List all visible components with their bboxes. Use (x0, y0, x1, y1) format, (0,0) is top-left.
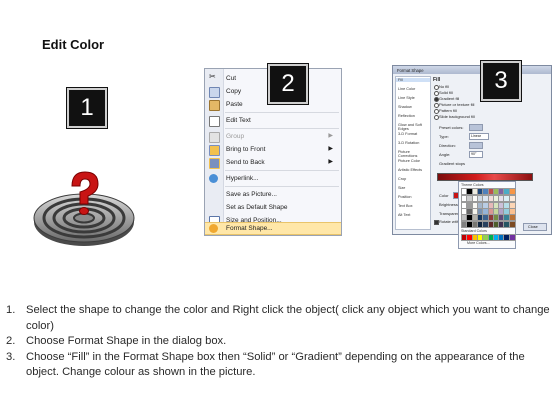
edit-text-icon (209, 116, 220, 127)
menu-item-label: Bring to Front (226, 146, 266, 153)
angle-label: Angle: (439, 152, 451, 157)
standard-colors-label: Standard Colors (461, 229, 487, 233)
nav-item-line-color[interactable]: Line Color (398, 87, 415, 91)
step-text: Choose Format Shape in the dialog box. (26, 335, 227, 347)
nav-item-line-style[interactable]: Line Style (398, 96, 415, 100)
menu-item-label: Send to Back (226, 159, 265, 166)
radio-label: No fill (439, 84, 450, 89)
instruction-step: 2. Choose Format Shape in the dialog box… (6, 334, 554, 350)
radio-label: Picture or texture fill (439, 102, 475, 107)
hyperlink-icon (209, 174, 218, 183)
instructions-list: 1. Select the shape to change the color … (6, 303, 554, 381)
menu-item-label: Group (226, 133, 245, 140)
nav-item-size[interactable]: Size (398, 186, 405, 190)
step-number: 3. (6, 350, 16, 363)
menu-separator (225, 170, 339, 171)
send-back-icon (209, 158, 220, 169)
nav-item-position[interactable]: Position (398, 195, 412, 199)
menu-separator (225, 186, 339, 187)
menu-item-label: Copy (226, 88, 242, 95)
nav-item-3d-format[interactable]: 3-D Format (398, 132, 417, 136)
submenu-arrow-icon: ▶ (328, 159, 333, 165)
step-text: Select the shape to change the color and… (26, 304, 550, 332)
scissors-icon: ✂ (209, 72, 216, 81)
nav-item-alt-text[interactable]: Alt Text (398, 213, 410, 217)
radio-label: Gradient fill (439, 96, 460, 101)
submenu-arrow-icon: ▶ (328, 133, 333, 139)
nav-item-shadow[interactable]: Shadow (398, 105, 412, 109)
nav-item-fill[interactable]: Fill (396, 78, 430, 82)
instruction-step: 3. Choose “Fill” in the Format Shape box… (6, 350, 554, 381)
step-1-badge: 1 (67, 88, 107, 128)
menu-item-hyperlink[interactable]: Hyperlink... (205, 172, 341, 185)
menu-item-label: Paste (226, 101, 243, 108)
menu-item-edit-text[interactable]: Edit Text (205, 114, 341, 127)
nav-item-glow[interactable]: Glow and Soft Edges (398, 123, 430, 131)
preset-colors-dropdown[interactable] (469, 124, 483, 131)
nav-item-artistic-effects[interactable]: Artistic Effects (398, 168, 422, 172)
instruction-step: 1. Select the shape to change the color … (6, 303, 554, 334)
menu-item-label: Format Shape... (226, 225, 273, 232)
direction-dropdown[interactable] (469, 142, 483, 149)
close-button-label: Close (528, 224, 538, 229)
standard-color-swatch[interactable] (508, 234, 516, 241)
menu-item-label: Save as Picture... (226, 191, 277, 198)
menu-item-format-shape[interactable]: Format Shape... (205, 222, 341, 235)
radio-label: Solid fill (439, 90, 453, 95)
type-dropdown[interactable]: Linear (469, 133, 489, 140)
submenu-arrow-icon: ▶ (328, 146, 333, 152)
format-shape-icon (209, 224, 218, 233)
type-value: Linear (471, 134, 481, 138)
preset-colors-label: Preset colors: (439, 125, 464, 130)
theme-colors-label: Theme Colors (461, 183, 484, 187)
dialog-category-list: Fill Line Color Line Style Shadow Reflec… (395, 76, 431, 230)
type-label: Type: (439, 134, 449, 139)
menu-item-label: Cut (226, 75, 237, 82)
dialog-titlebar: Format Shape (393, 66, 551, 74)
nav-item-picture-color[interactable]: Picture Color (398, 159, 420, 163)
direction-label: Direction: (439, 143, 456, 148)
nav-item-text-box[interactable]: Text Box (398, 204, 413, 208)
step-3-badge: 3 (481, 61, 521, 101)
menu-item-group: Group ▶ (205, 130, 341, 143)
step-number: 1. (6, 304, 16, 316)
gradient-stops-bar[interactable] (437, 173, 533, 181)
pane-title: Fill (433, 77, 441, 83)
dialog-title: Format Shape (397, 68, 424, 73)
nav-item-picture-corrections[interactable]: Picture Corrections (398, 150, 430, 158)
menu-item-set-default-shape[interactable]: Set as Default Shape (205, 201, 341, 214)
theme-color-swatch[interactable] (508, 220, 516, 228)
brightness-label: Brightness: (439, 202, 460, 207)
menu-item-save-as-picture[interactable]: Save as Picture... (205, 188, 341, 201)
radio-label: Pattern fill (439, 108, 457, 113)
page-title: Edit Color (42, 37, 105, 52)
angle-value: 90° (471, 152, 477, 156)
gradient-stops-label: Gradient stops (439, 161, 466, 166)
angle-input[interactable]: 90° (469, 151, 483, 158)
menu-item-label: Edit Text (226, 117, 251, 124)
group-icon (209, 132, 220, 143)
menu-separator (225, 112, 339, 113)
nav-item-3d-rotation[interactable]: 3-D Rotation (398, 141, 419, 145)
paste-icon (209, 100, 220, 111)
more-colors-link[interactable]: More Colors... (467, 241, 490, 245)
menu-separator (225, 128, 339, 129)
maze-question-image[interactable] (28, 170, 140, 250)
menu-item-label: Hyperlink... (226, 175, 259, 182)
copy-icon (209, 87, 220, 98)
menu-item-send-to-back[interactable]: Send to Back ▶ (205, 156, 341, 169)
color-label: Color (439, 193, 449, 198)
nav-item-crop[interactable]: Crop (398, 177, 406, 181)
theme-color-swatch[interactable] (508, 188, 516, 195)
step-number: 2. (6, 335, 16, 347)
color-palette-dropdown: Theme Colors Standard Colors More Colors… (458, 181, 516, 249)
menu-item-bring-to-front[interactable]: Bring to Front ▶ (205, 143, 341, 156)
step-2-badge: 2 (268, 64, 308, 104)
close-button[interactable]: Close (523, 223, 547, 231)
step-text: Choose “Fill” in the Format Shape box th… (26, 350, 525, 379)
radio-label: Slide background fill (439, 114, 475, 119)
menu-item-label: Set as Default Shape (226, 204, 288, 211)
bring-front-icon (209, 145, 220, 156)
nav-item-reflection[interactable]: Reflection (398, 114, 415, 118)
